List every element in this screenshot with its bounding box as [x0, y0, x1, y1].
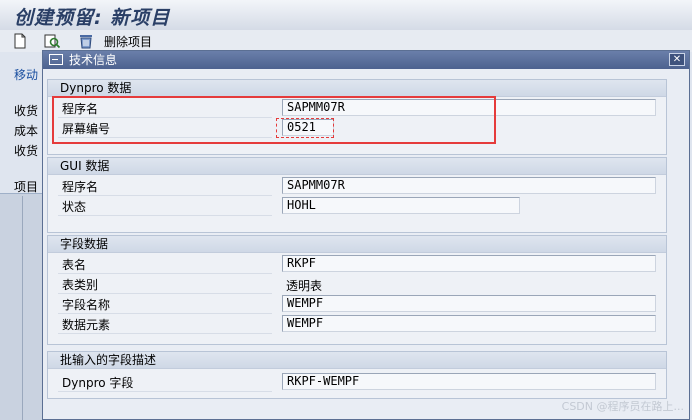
gui-program-label: 程序名	[62, 180, 99, 194]
dynpro-field-label: Dynpro 字段	[62, 376, 134, 390]
dialog-info-icon	[49, 54, 63, 65]
trash-icon[interactable]	[78, 33, 94, 49]
bg-label-1: 收货	[14, 104, 39, 118]
bg-label-2: 成本	[14, 124, 39, 138]
dynpro-field-field[interactable]: RKPF-WEMPF	[282, 373, 656, 390]
tab-items[interactable]: 项目	[0, 178, 44, 194]
search-edit-icon[interactable]	[44, 33, 60, 49]
new-document-icon[interactable]	[12, 33, 28, 49]
dynpro-data-header: Dynpro 数据	[48, 80, 666, 97]
table-type-row: 表类别 透明表	[54, 274, 660, 294]
data-element-label: 数据元素	[62, 318, 111, 332]
field-name-field[interactable]: WEMPF	[282, 295, 656, 312]
close-button[interactable]: ✕	[669, 53, 685, 66]
batch-input-header: 批输入的字段描述	[48, 352, 666, 369]
field-data-header: 字段数据	[48, 236, 666, 253]
data-element-field[interactable]: WEMPF	[282, 315, 656, 332]
dialog-title-bar: 技术信息 ✕	[43, 51, 689, 69]
table-type-value: 透明表	[286, 279, 323, 293]
table-name-row: 表名 RKPF	[54, 254, 660, 274]
table-type-label: 表类别	[62, 278, 99, 292]
table-name-field[interactable]: RKPF	[282, 255, 656, 272]
toolbar: 删除项目	[0, 30, 692, 52]
data-element-row: 数据元素 WEMPF	[54, 314, 660, 334]
highlight-box	[52, 96, 496, 144]
status-row: 状态 HOHL	[54, 196, 660, 216]
status-label: 状态	[62, 200, 87, 214]
field-data-group: 字段数据 表名 RKPF 表类别 透明表 字段名称 WEMPF 数据元素 WEM…	[47, 235, 667, 345]
background-grid-lines	[22, 196, 43, 420]
batch-input-group: 批输入的字段描述 Dynpro 字段 RKPF-WEMPF	[47, 351, 667, 399]
window-title: 创建预留: 新项目	[14, 7, 171, 29]
gui-program-field[interactable]: SAPMM07R	[282, 177, 656, 194]
gui-data-group: GUI 数据 程序名 SAPMM07R 状态 HOHL	[47, 157, 667, 233]
screen-number-highlight	[276, 118, 334, 138]
dynpro-field-row: Dynpro 字段 RKPF-WEMPF	[54, 372, 660, 392]
bg-label-3: 收货	[14, 144, 39, 158]
move-link[interactable]: 移动	[14, 66, 38, 83]
gui-program-row: 程序名 SAPMM07R	[54, 176, 660, 196]
status-field[interactable]: HOHL	[282, 197, 520, 214]
table-name-label: 表名	[62, 258, 87, 272]
field-name-row: 字段名称 WEMPF	[54, 294, 660, 314]
watermark: CSDN @程序员在路上...	[561, 400, 684, 413]
dialog-title: 技术信息	[69, 53, 118, 67]
field-name-label: 字段名称	[62, 298, 111, 312]
gui-data-header: GUI 数据	[48, 158, 666, 175]
tab-items-label: 项目	[14, 180, 39, 194]
window-title-bar: 创建预留: 新项目	[0, 0, 692, 30]
delete-item-button[interactable]: 删除项目	[104, 33, 152, 50]
